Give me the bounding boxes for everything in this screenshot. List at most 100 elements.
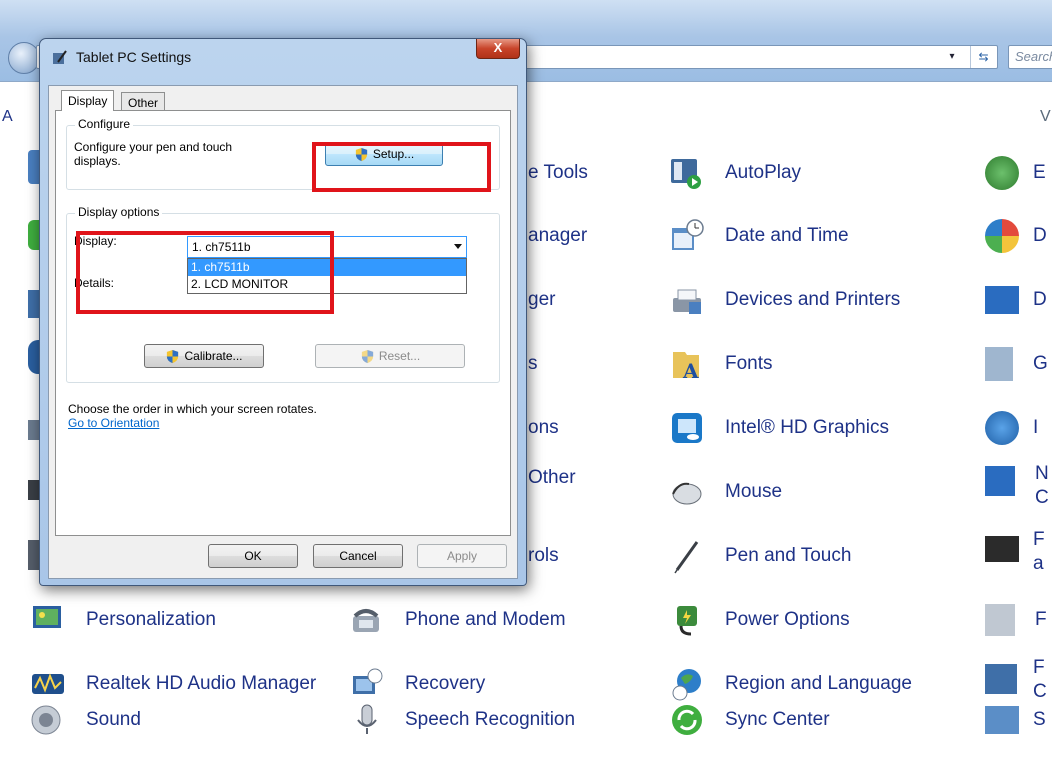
cp-item-col4-6[interactable]: NC: [985, 462, 1049, 514]
cp-item-date-time[interactable]: Date and Time: [669, 216, 849, 256]
cp-item-label-line2: a: [1033, 553, 1044, 574]
cp-item-speech-recognition[interactable]: Speech Recognition: [349, 700, 575, 740]
cp-item-label: G: [1033, 353, 1048, 374]
system-icon: [985, 706, 1019, 734]
network-sharing-icon: [985, 156, 1019, 190]
default-programs-icon: [985, 219, 1019, 253]
dialog-client-area: Display Other Configure Configure your p…: [48, 85, 518, 579]
cp-item-partial-other[interactable]: Other: [528, 458, 576, 498]
remoteapp-icon: [985, 664, 1017, 694]
cancel-button[interactable]: Cancel: [313, 544, 403, 568]
cp-item-label: Fa: [1033, 528, 1045, 576]
search-input[interactable]: Search: [1008, 45, 1052, 69]
cp-item-partial-manager[interactable]: anager: [528, 216, 587, 256]
cp-item-label: Recovery: [405, 673, 486, 694]
go-to-orientation-link[interactable]: Go to Orientation: [68, 416, 159, 430]
refresh-icon[interactable]: ⇆: [970, 46, 996, 68]
microphone-icon: [357, 704, 377, 734]
cp-item-col4-2[interactable]: D: [985, 216, 1047, 256]
close-button[interactable]: X: [476, 39, 520, 59]
network-center-icon: [985, 466, 1015, 496]
cp-item-realtek[interactable]: Realtek HD Audio Manager: [30, 664, 316, 704]
cp-item-label: Speech Recognition: [405, 709, 576, 730]
address-dropdown-icon[interactable]: ▾: [944, 46, 960, 68]
display-dropdown-list: 1. ch7511b 2. LCD MONITOR: [187, 258, 467, 294]
cp-item-phone-modem[interactable]: Phone and Modem: [349, 600, 566, 640]
cp-item-region-language[interactable]: Region and Language: [669, 664, 912, 704]
cp-item-label-line1: F: [1033, 657, 1045, 678]
setup-button[interactable]: Setup...: [325, 142, 443, 166]
display-option[interactable]: 2. LCD MONITOR: [188, 276, 466, 293]
internet-options-icon: [985, 411, 1019, 445]
cp-item-label: E: [1033, 162, 1046, 183]
configure-description-line2: displays.: [74, 154, 121, 168]
recovery-icon: [353, 668, 383, 694]
cp-item-label: D: [1033, 225, 1047, 246]
display-icon: [985, 286, 1019, 314]
cp-item-label-line2: C: [1035, 487, 1049, 508]
sync-icon: [672, 705, 702, 735]
cp-item-partial-ons[interactable]: ons: [528, 408, 559, 448]
chevron-down-icon[interactable]: [454, 244, 462, 249]
personalization-icon: [33, 606, 61, 628]
cp-item-mouse[interactable]: Mouse: [669, 472, 782, 512]
configure-group: Configure Configure your pen and touch d…: [66, 117, 500, 190]
intel-graphics-icon: [672, 413, 702, 443]
cp-item-partial-tools[interactable]: e Tools: [528, 153, 588, 193]
view-by-fragment[interactable]: V: [1040, 108, 1051, 126]
cp-item-fonts[interactable]: A Fonts: [669, 344, 773, 384]
gadgets-icon: [985, 347, 1013, 381]
cp-item-autoplay[interactable]: AutoPlay: [669, 153, 801, 193]
cp-item-devices-printers[interactable]: Devices and Printers: [669, 280, 900, 320]
display-select[interactable]: 1. ch7511b: [187, 236, 467, 258]
display-option[interactable]: 1. ch7511b: [188, 259, 466, 276]
cp-item-label: Intel® HD Graphics: [725, 417, 889, 438]
display-select-value: 1. ch7511b: [192, 240, 251, 254]
cp-item-partial-ger[interactable]: ger: [528, 280, 555, 320]
cp-item-recovery[interactable]: Recovery: [349, 664, 485, 704]
cp-item-sync-center[interactable]: Sync Center: [669, 700, 830, 740]
cp-item-col4-3[interactable]: D: [985, 280, 1047, 320]
cp-item-col4-4[interactable]: G: [985, 344, 1048, 384]
cp-item-col4-10[interactable]: S: [985, 700, 1046, 740]
display-options-group: Display options Display: 1. ch7511b 1. c…: [66, 205, 500, 383]
calibrate-button[interactable]: Calibrate...: [144, 344, 264, 368]
ok-button-label: OK: [244, 549, 262, 563]
dialog-title: Tablet PC Settings: [76, 49, 192, 65]
reset-button[interactable]: Reset...: [315, 344, 465, 368]
cp-item-intel-graphics[interactable]: Intel® HD Graphics: [669, 408, 889, 448]
cp-item-partial-rols[interactable]: rols: [528, 536, 559, 576]
apply-button[interactable]: Apply: [417, 544, 507, 568]
phone-icon: [353, 609, 379, 632]
cp-item-label: Region and Language: [725, 673, 913, 694]
dialog-titlebar[interactable]: Tablet PC Settings X: [40, 39, 526, 75]
cp-item-personalization[interactable]: Personalization: [30, 600, 216, 640]
fonts-folder-icon: A: [673, 352, 699, 382]
cp-item-pen-touch[interactable]: Pen and Touch: [669, 536, 851, 576]
tablet-pc-settings-dialog: Tablet PC Settings X Display Other Confi…: [39, 38, 527, 586]
svg-text:A: A: [682, 359, 699, 382]
display-tab-panel: Configure Configure your pen and touch d…: [55, 110, 511, 536]
cp-item-label: I: [1033, 417, 1039, 438]
uac-shield-icon: [167, 349, 179, 363]
cp-item-label: Power Options: [725, 609, 850, 630]
cp-item-partial-s[interactable]: s: [528, 344, 538, 384]
details-label: Details:: [74, 276, 115, 290]
ok-button[interactable]: OK: [208, 544, 298, 568]
cp-item-col4-8[interactable]: F: [985, 600, 1047, 640]
performance-icon: [985, 536, 1019, 562]
cp-item-label: Devices and Printers: [725, 289, 901, 310]
cp-item-label: ons: [528, 417, 559, 438]
pen-icon: [674, 541, 699, 574]
cp-item-power-options[interactable]: Power Options: [669, 600, 850, 640]
tab-other[interactable]: Other: [121, 92, 166, 111]
tab-display[interactable]: Display: [61, 90, 115, 111]
cp-item-sound[interactable]: Sound: [30, 700, 141, 740]
orientation-description: Choose the order in which your screen ro…: [68, 402, 317, 416]
mouse-icon: [672, 482, 702, 505]
cp-item-label: Phone and Modem: [405, 609, 566, 630]
cp-item-col4-1[interactable]: E: [985, 153, 1046, 193]
cp-item-label: FC: [1033, 656, 1047, 704]
cp-item-col4-5[interactable]: I: [985, 408, 1038, 448]
cp-item-col4-7[interactable]: Fa: [985, 528, 1045, 580]
